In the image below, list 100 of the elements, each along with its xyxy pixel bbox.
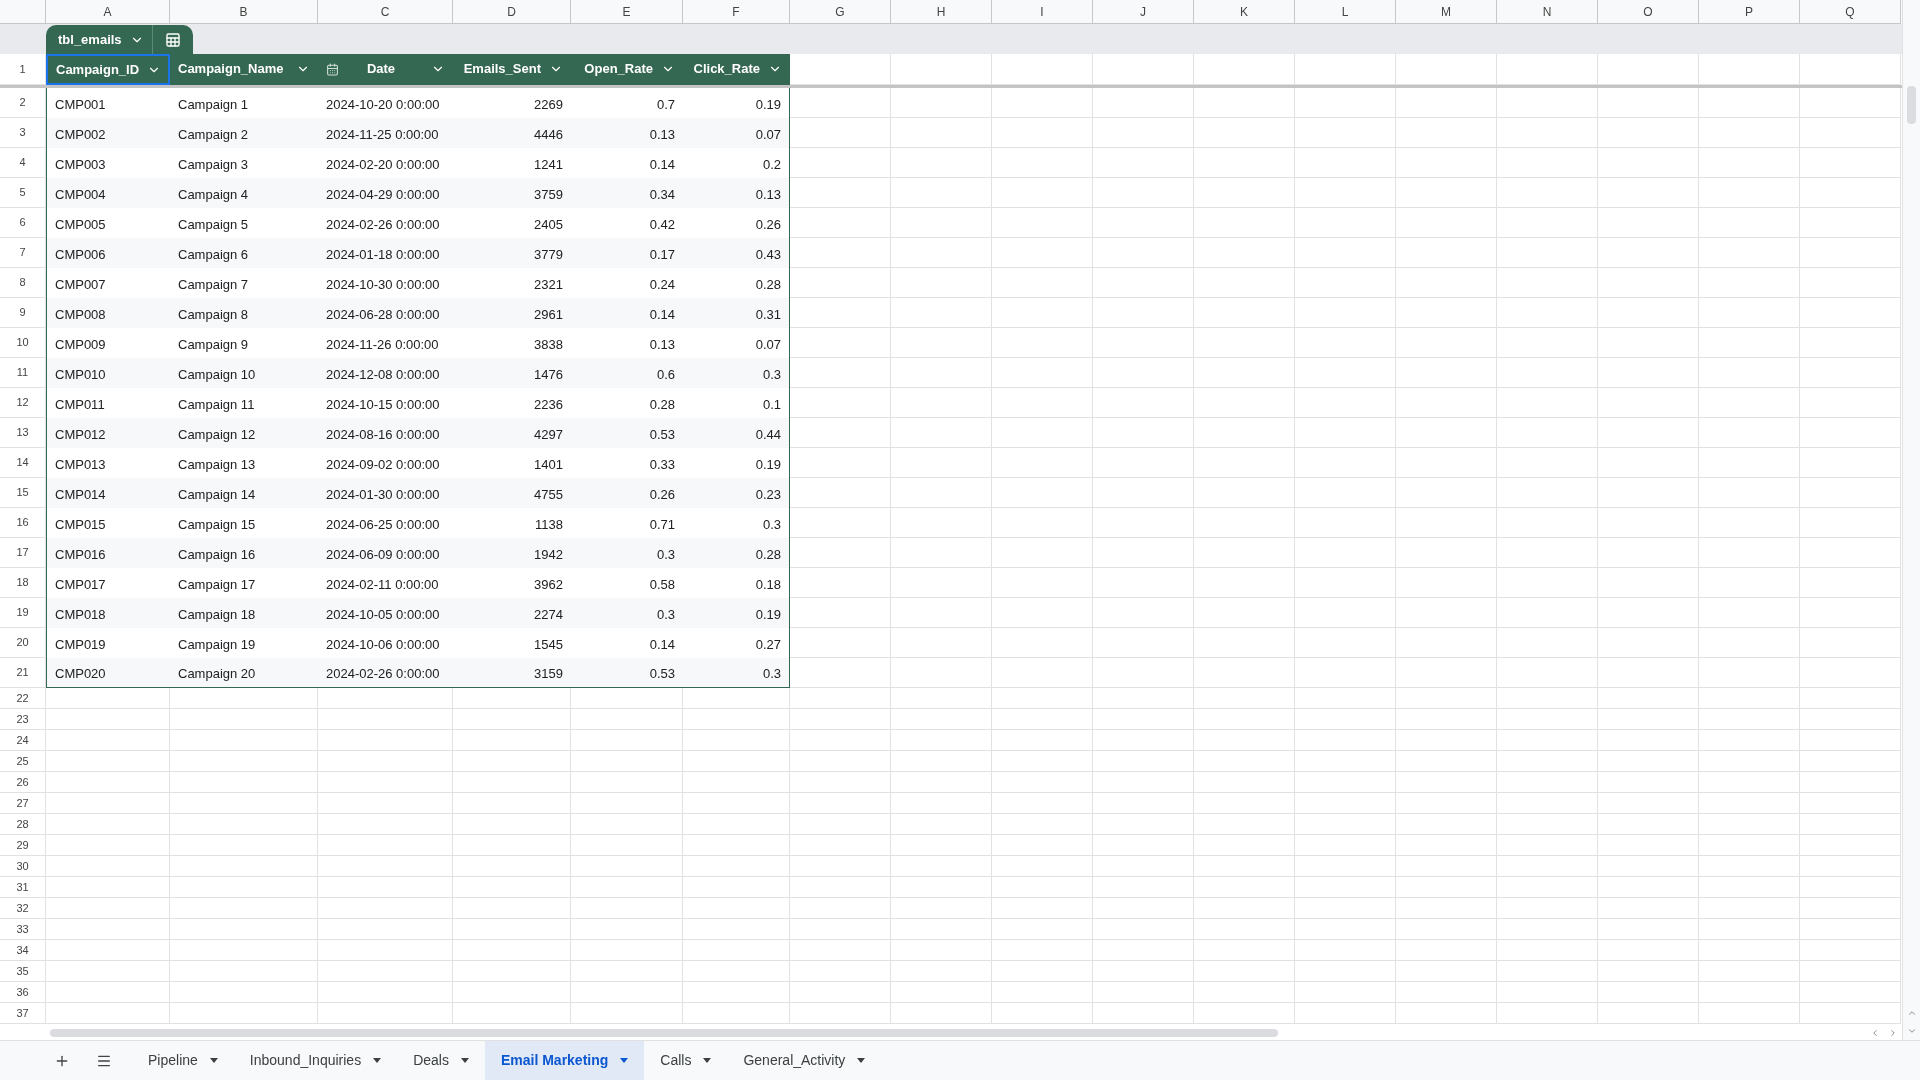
column-header[interactable]: Campaign_ID	[46, 54, 170, 85]
table-cell[interactable]: CMP004	[46, 178, 170, 208]
table-cell[interactable]: CMP014	[46, 478, 170, 508]
table-cell[interactable]: 2024-06-09 0:00:00	[318, 538, 453, 568]
row-header[interactable]: 9	[0, 298, 46, 328]
table-cell[interactable]: 0.26	[571, 478, 683, 508]
row-header[interactable]: 30	[0, 856, 46, 877]
table-cell[interactable]: 2961	[453, 298, 571, 328]
table-cell[interactable]: 2024-10-05 0:00:00	[318, 598, 453, 628]
table-cell[interactable]: 2274	[453, 598, 571, 628]
row-header[interactable]: 27	[0, 793, 46, 814]
table-cell[interactable]: 0.13	[683, 178, 790, 208]
row-header[interactable]: 7	[0, 238, 46, 268]
column-header[interactable]: Click_Rate	[683, 54, 790, 85]
table-cell[interactable]: CMP008	[46, 298, 170, 328]
table-cell[interactable]: 1942	[453, 538, 571, 568]
table-cell[interactable]: 0.3	[571, 538, 683, 568]
table-cell[interactable]: CMP006	[46, 238, 170, 268]
row-header[interactable]: 37	[0, 1003, 46, 1024]
row-header[interactable]: 8	[0, 268, 46, 298]
column-header[interactable]: Date	[318, 54, 453, 85]
row-header[interactable]: 2	[0, 88, 46, 118]
row-header[interactable]: 17	[0, 538, 46, 568]
table-cell[interactable]: 3159	[453, 658, 571, 688]
row-header[interactable]: 31	[0, 877, 46, 898]
table-cell[interactable]: Campaign 10	[170, 358, 318, 388]
row-header[interactable]: 4	[0, 148, 46, 178]
table-cell[interactable]: 2024-01-18 0:00:00	[318, 238, 453, 268]
row-header[interactable]: 13	[0, 418, 46, 448]
table-cell[interactable]: 3779	[453, 238, 571, 268]
row-header[interactable]: 22	[0, 688, 46, 709]
row-header[interactable]: 14	[0, 448, 46, 478]
table-cell[interactable]: 0.6	[571, 358, 683, 388]
sheet-tab[interactable]: Email Marketing	[484, 1041, 645, 1080]
column-header[interactable]: Campaign_Name	[170, 54, 318, 85]
scroll-down-icon[interactable]	[1906, 1026, 1917, 1036]
row-header[interactable]: 21	[0, 658, 46, 688]
scroll-left-icon[interactable]	[1870, 1028, 1880, 1038]
table-cell[interactable]: 0.28	[683, 538, 790, 568]
horizontal-scrollbar[interactable]	[50, 1029, 1278, 1037]
table-cell[interactable]: Campaign 16	[170, 538, 318, 568]
table-cell[interactable]: 0.17	[571, 238, 683, 268]
scroll-up-icon[interactable]	[1906, 1008, 1917, 1018]
table-cell[interactable]: 4446	[453, 118, 571, 148]
row-header[interactable]: 32	[0, 898, 46, 919]
row-header[interactable]: 23	[0, 709, 46, 730]
table-cell[interactable]: Campaign 14	[170, 478, 318, 508]
row-header[interactable]: 6	[0, 208, 46, 238]
row-header[interactable]: 18	[0, 568, 46, 598]
table-cell[interactable]: Campaign 2	[170, 118, 318, 148]
table-cell[interactable]: 4755	[453, 478, 571, 508]
table-cell[interactable]: CMP020	[46, 658, 170, 688]
table-cell[interactable]: 0.19	[683, 598, 790, 628]
table-cell[interactable]: CMP010	[46, 358, 170, 388]
row-header[interactable]: 20	[0, 628, 46, 658]
table-cell[interactable]: 0.3	[571, 598, 683, 628]
table-cell[interactable]: 0.07	[683, 118, 790, 148]
row-header[interactable]: 34	[0, 940, 46, 961]
table-cell[interactable]: 1476	[453, 358, 571, 388]
table-cell[interactable]: 2024-02-26 0:00:00	[318, 658, 453, 688]
sheet-tab[interactable]: Calls	[644, 1041, 728, 1080]
table-cell[interactable]: 0.14	[571, 298, 683, 328]
table-cell[interactable]: 0.44	[683, 418, 790, 448]
table-cell[interactable]: 2024-08-16 0:00:00	[318, 418, 453, 448]
row-header[interactable]: 1	[0, 54, 46, 85]
table-cell[interactable]: 2024-06-28 0:00:00	[318, 298, 453, 328]
table-cell[interactable]: 0.43	[683, 238, 790, 268]
column-header[interactable]: Emails_Sent	[453, 54, 571, 85]
row-header[interactable]: 29	[0, 835, 46, 856]
row-header[interactable]: 10	[0, 328, 46, 358]
sheet-tab[interactable]: Deals	[397, 1041, 485, 1080]
row-header[interactable]: 19	[0, 598, 46, 628]
table-cell[interactable]: Campaign 18	[170, 598, 318, 628]
table-cell[interactable]: 3759	[453, 178, 571, 208]
table-cell[interactable]: 2024-11-25 0:00:00	[318, 118, 453, 148]
column-header[interactable]: Open_Rate	[571, 54, 683, 85]
table-cell[interactable]: Campaign 12	[170, 418, 318, 448]
table-cell[interactable]: 0.31	[683, 298, 790, 328]
table-cell[interactable]: Campaign 6	[170, 238, 318, 268]
table-cell[interactable]: 0.13	[571, 118, 683, 148]
row-header[interactable]: 35	[0, 961, 46, 982]
table-cell[interactable]: 0.23	[683, 478, 790, 508]
vertical-scrollbar[interactable]	[1907, 86, 1916, 124]
row-header[interactable]: 26	[0, 772, 46, 793]
row-header[interactable]: 33	[0, 919, 46, 940]
row-header[interactable]: 36	[0, 982, 46, 1003]
table-cell[interactable]: Campaign 4	[170, 178, 318, 208]
sheet-tab[interactable]: Pipeline	[132, 1041, 234, 1080]
table-cell[interactable]: 4297	[453, 418, 571, 448]
table-cell[interactable]: 0.53	[571, 658, 683, 688]
table-cell[interactable]: 0.34	[571, 178, 683, 208]
table-cell[interactable]: Campaign 20	[170, 658, 318, 688]
table-cell[interactable]: CMP018	[46, 598, 170, 628]
table-cell[interactable]: 0.53	[571, 418, 683, 448]
table-cell[interactable]: 0.3	[683, 358, 790, 388]
table-cell[interactable]: Campaign 8	[170, 298, 318, 328]
table-cell[interactable]: CMP012	[46, 418, 170, 448]
row-header[interactable]: 5	[0, 178, 46, 208]
table-cell[interactable]: CMP016	[46, 538, 170, 568]
sheet-tab[interactable]: General_Activity	[727, 1041, 882, 1080]
